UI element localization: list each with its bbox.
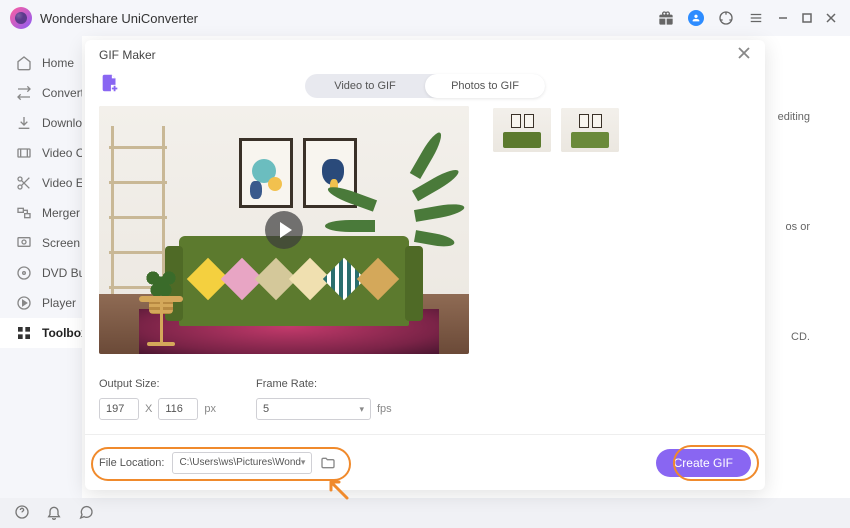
sidebar-item-label: Merger [42,206,80,220]
app-title: Wondershare UniConverter [40,11,198,26]
sidebar-item-label: Home [42,56,74,70]
open-folder-icon[interactable] [320,455,336,471]
sidebar-item-player[interactable]: Player [0,288,82,318]
screen-record-icon [16,235,32,251]
chevron-down-icon: ▾ [301,457,306,468]
create-gif-button[interactable]: Create GIF [656,449,751,477]
close-button[interactable] [822,9,840,27]
add-file-icon[interactable] [99,72,121,94]
home-icon [16,55,32,71]
converter-icon [16,85,32,101]
sidebar-item-downloader[interactable]: Downloader [0,108,82,138]
tab-photos-to-gif[interactable]: Photos to GIF [425,74,545,98]
sidebar-item-label: Player [42,296,76,310]
output-size-label: Output Size: [99,378,216,390]
bg-text: CD. [791,331,810,343]
frame-rate-select[interactable]: 5 ▾ [256,398,371,420]
thumbnail-item[interactable] [493,108,551,152]
help-icon[interactable] [14,504,30,523]
app-logo-icon [10,7,32,29]
support-icon[interactable] [718,10,734,26]
minimize-button[interactable] [774,9,792,27]
file-location-path: C:\Users\ws\Pictures\Wondersh [179,457,300,468]
preview-image[interactable] [99,106,469,354]
maximize-button[interactable] [798,9,816,27]
x-separator: X [145,403,152,415]
download-icon [16,115,32,131]
sidebar-item-label: Video Compressor [42,146,82,160]
sidebar-item-home[interactable]: Home [0,48,82,78]
tab-video-to-gif[interactable]: Video to GIF [305,74,425,98]
sidebar-item-screen-recorder[interactable]: Screen Recorder [0,228,82,258]
thumbnail-item[interactable] [561,108,619,152]
sidebar-item-label: Converter [42,86,82,100]
thumbnail-list [493,106,619,434]
sidebar-item-toolbox[interactable]: Toolbox [0,318,82,348]
notification-icon[interactable] [46,504,62,523]
tab-group: Video to GIF Photos to GIF [305,74,545,98]
file-location-select[interactable]: C:\Users\ws\Pictures\Wondersh ▾ [172,452,312,474]
sidebar-item-label: Downloader [42,116,82,130]
modal-title: GIF Maker [99,48,156,62]
sidebar-item-label: Toolbox [42,326,82,340]
bg-text: os or [786,221,810,233]
file-location-label: File Location: [99,457,164,469]
toolbox-icon [16,325,32,341]
compress-icon [16,145,32,161]
sidebar-item-converter[interactable]: Converter [0,78,82,108]
output-height-input[interactable] [158,398,198,420]
play-button-icon[interactable] [265,211,303,249]
sidebar-item-label: Video Editor [42,176,82,190]
chevron-down-icon: ▾ [359,404,364,415]
disc-icon [16,265,32,281]
sidebar-item-dvd-burner[interactable]: DVD Burner [0,258,82,288]
fps-unit: fps [377,403,392,415]
frame-rate-label: Frame Rate: [256,378,392,390]
status-bar [0,498,850,528]
modal-close-button[interactable] [737,46,751,65]
user-account-icon[interactable] [688,10,704,26]
sidebar-item-label: DVD Burner [42,266,82,280]
feedback-icon[interactable] [78,504,94,523]
px-unit: px [204,403,216,415]
menu-icon[interactable] [748,10,764,26]
gift-icon[interactable] [658,10,674,26]
play-icon [16,295,32,311]
sidebar: Home Converter Downloader Video Compress… [0,36,82,498]
gif-maker-modal: GIF Maker Video to GIF Photos to GIF [85,40,765,490]
sidebar-item-video-compressor[interactable]: Video Compressor [0,138,82,168]
sidebar-item-merger[interactable]: Merger [0,198,82,228]
scissors-icon [16,175,32,191]
output-width-input[interactable] [99,398,139,420]
frame-rate-value: 5 [263,403,269,415]
sidebar-item-label: Screen Recorder [42,236,82,250]
title-bar: Wondershare UniConverter [0,0,850,36]
bg-text: editing [778,111,810,123]
sidebar-item-video-editor[interactable]: Video Editor [0,168,82,198]
merge-icon [16,205,32,221]
